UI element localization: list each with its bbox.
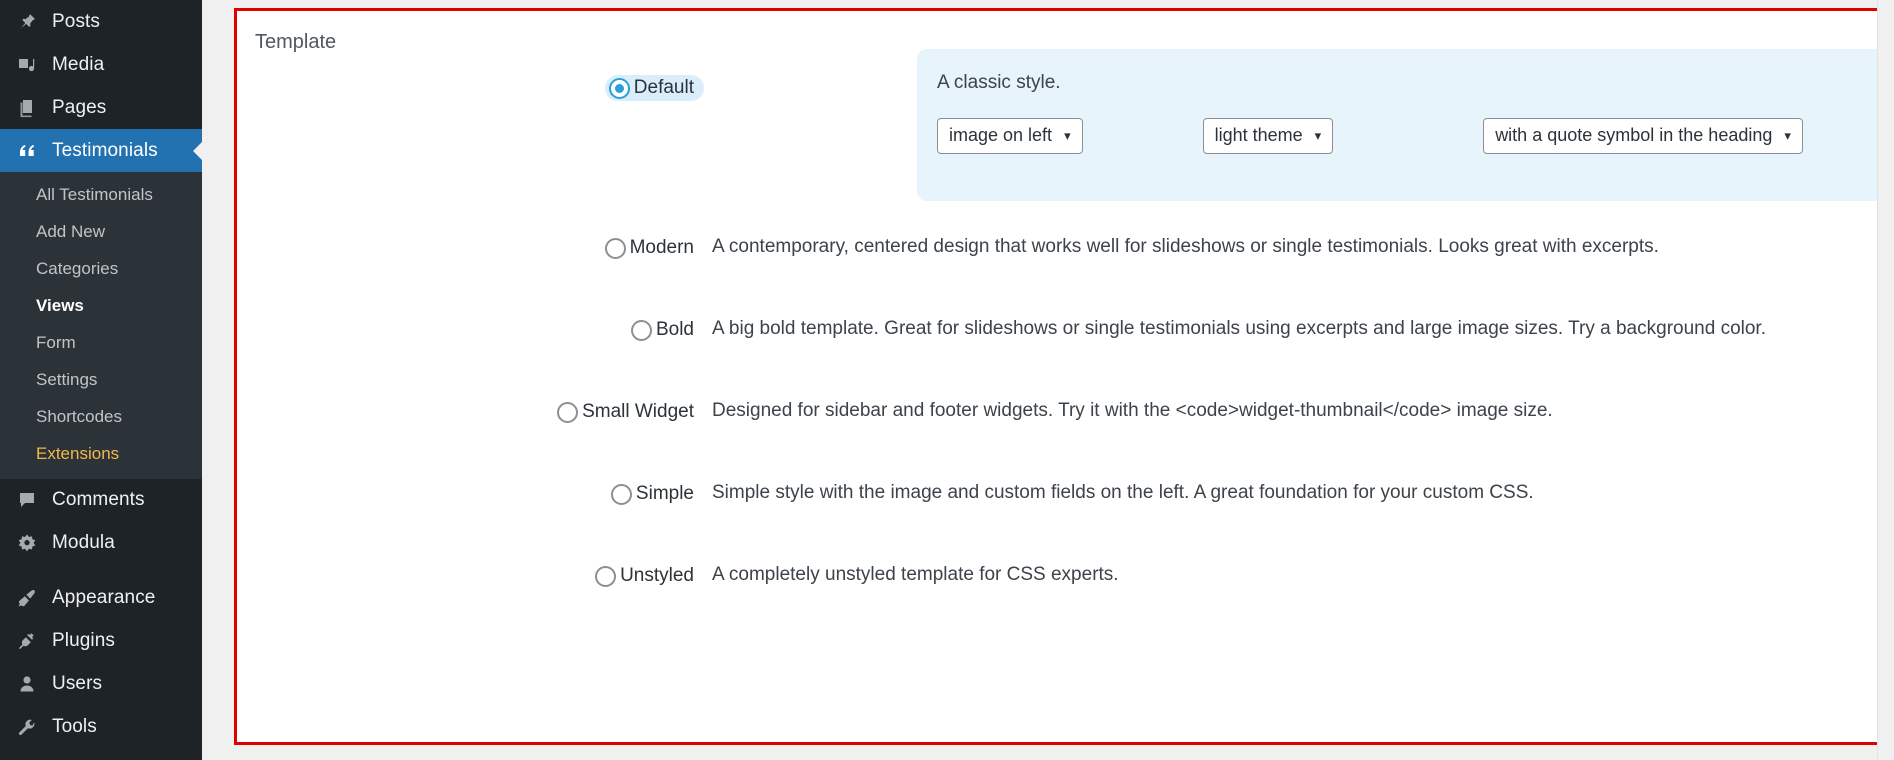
radio-indicator[interactable] (557, 401, 579, 423)
template-row-bold[interactable]: Bold A big bold template. Great for slid… (237, 291, 1894, 373)
select-value: image on left (949, 125, 1053, 146)
sidebar-item-label: Users (52, 673, 103, 694)
comment-icon (12, 487, 42, 513)
radio-indicator[interactable] (608, 77, 630, 99)
select-value: with a quote symbol in the heading (1495, 125, 1773, 146)
template-name: Modern (629, 237, 694, 258)
sidebar-item-pages[interactable]: Pages (0, 86, 202, 129)
template-row-simple[interactable]: Simple Simple style with the image and c… (237, 455, 1894, 537)
template-radio-default[interactable]: Default (604, 75, 704, 101)
template-description: Designed for sidebar and footer widgets.… (712, 400, 1553, 421)
template-name: Unstyled (620, 565, 694, 586)
template-row-modern[interactable]: Modern A contemporary, centered design t… (237, 209, 1894, 291)
radio-indicator[interactable] (610, 483, 632, 505)
template-label-col: Modern (237, 209, 712, 261)
sidebar-divider (0, 564, 202, 577)
sidebar-item-posts[interactable]: Posts (0, 0, 202, 43)
sidebar-item-label: Tools (52, 716, 97, 737)
sidebar-item-label: Comments (52, 489, 145, 510)
chevron-down-icon: ▾ (1784, 128, 1791, 144)
page-scrollbar[interactable] (1877, 0, 1894, 760)
template-settings-highlight-box: Template Default A classic style. image … (234, 8, 1894, 745)
template-radio-bold[interactable]: Bold (627, 317, 704, 343)
submenu-item-form[interactable]: Form (0, 325, 202, 362)
sidebar-item-users[interactable]: Users (0, 663, 202, 706)
sidebar-item-label: Plugins (52, 630, 116, 651)
submenu-item-views[interactable]: Views (0, 288, 202, 325)
template-name: Default (633, 77, 694, 98)
template-radio-small-widget[interactable]: Small Widget (553, 399, 704, 425)
sidebar-item-plugins[interactable]: Plugins (0, 620, 202, 663)
sidebar-item-modula[interactable]: Modula (0, 522, 202, 565)
submenu-item-extensions[interactable]: Extensions (0, 436, 202, 473)
template-radio-simple[interactable]: Simple (607, 481, 704, 507)
template-label-col: Bold (237, 291, 712, 343)
template-label-col: Small Widget (237, 373, 712, 425)
sidebar-item-label: Posts (52, 10, 101, 32)
template-name: Bold (655, 319, 694, 340)
testimonials-submenu: All Testimonials Add New Categories View… (0, 172, 202, 479)
media-icon (12, 52, 42, 78)
sidebar-item-comments[interactable]: Comments (0, 479, 202, 522)
image-position-select[interactable]: image on left ▾ (937, 117, 1083, 154)
sidebar-item-label: Media (52, 53, 105, 75)
quote-icon (12, 138, 42, 164)
submenu-item-settings[interactable]: Settings (0, 362, 202, 399)
template-desc-col: A completely unstyled template for CSS e… (712, 537, 1894, 588)
template-row-small-widget[interactable]: Small Widget Designed for sidebar and fo… (237, 373, 1894, 455)
theme-select[interactable]: light theme ▾ (1202, 117, 1334, 154)
admin-sidebar: Posts Media Pages Testimonials All Testi… (0, 0, 202, 760)
pages-icon (12, 95, 42, 121)
template-radio-modern[interactable]: Modern (601, 235, 704, 261)
submenu-item-add-new[interactable]: Add New (0, 214, 202, 251)
template-option-controls: image on left ▾ light theme ▾ with a quo… (937, 117, 1894, 154)
template-desc-col: A big bold template. Great for slideshow… (712, 291, 1894, 342)
template-desc-col: Designed for sidebar and footer widgets.… (712, 373, 1894, 424)
sidebar-item-label: Testimonials (52, 139, 158, 161)
template-row-default[interactable]: Default A classic style. image on left ▾ (237, 49, 1894, 209)
select-value: light theme (1214, 125, 1303, 146)
template-detail-panel-default: A classic style. image on left ▾ light t… (917, 49, 1894, 201)
template-description: A big bold template. Great for slideshow… (712, 318, 1766, 339)
chevron-down-icon: ▾ (1064, 128, 1071, 144)
template-row-unstyled[interactable]: Unstyled A completely unstyled template … (237, 537, 1894, 619)
radio-indicator[interactable] (630, 319, 652, 341)
user-icon (12, 671, 42, 697)
pin-icon (12, 9, 42, 35)
admin-screen: Posts Media Pages Testimonials All Testi… (0, 0, 1894, 760)
template-description: A contemporary, centered design that wor… (712, 236, 1659, 257)
radio-indicator[interactable] (604, 237, 626, 259)
paintbrush-icon (12, 585, 42, 611)
sidebar-item-testimonials[interactable]: Testimonials (0, 129, 202, 172)
template-name: Small Widget (582, 401, 694, 422)
template-desc-col: A contemporary, centered design that wor… (712, 209, 1894, 260)
template-desc-col: Simple style with the image and custom f… (712, 455, 1894, 506)
template-label-col: Unstyled (237, 537, 712, 589)
modula-gear-icon (12, 530, 42, 556)
template-label-col: Default (237, 49, 712, 101)
radio-indicator[interactable] (595, 565, 617, 587)
template-radio-unstyled[interactable]: Unstyled (591, 563, 704, 589)
template-name: Simple (635, 483, 694, 504)
template-label-col: Simple (237, 455, 712, 507)
template-options-list: Default A classic style. image on left ▾ (237, 49, 1894, 619)
sidebar-item-tools[interactable]: Tools (0, 706, 202, 749)
template-description: A completely unstyled template for CSS e… (712, 564, 1119, 585)
main-content: Template Default A classic style. image … (202, 0, 1894, 760)
sidebar-item-label: Appearance (52, 587, 156, 608)
submenu-item-categories[interactable]: Categories (0, 251, 202, 288)
sidebar-item-appearance[interactable]: Appearance (0, 577, 202, 620)
heading-style-select[interactable]: with a quote symbol in the heading ▾ (1483, 117, 1803, 154)
sidebar-item-label: Pages (52, 96, 107, 118)
sidebar-item-media[interactable]: Media (0, 43, 202, 86)
chevron-down-icon: ▾ (1314, 128, 1322, 144)
submenu-item-shortcodes[interactable]: Shortcodes (0, 399, 202, 436)
sidebar-item-label: Modula (52, 532, 115, 553)
template-description: A classic style. (937, 72, 1061, 93)
plug-icon (12, 628, 42, 654)
submenu-item-all-testimonials[interactable]: All Testimonials (0, 177, 202, 214)
wrench-icon (12, 714, 42, 740)
template-description: Simple style with the image and custom f… (712, 482, 1534, 503)
template-panel: Template Default A classic style. image … (237, 11, 1894, 742)
